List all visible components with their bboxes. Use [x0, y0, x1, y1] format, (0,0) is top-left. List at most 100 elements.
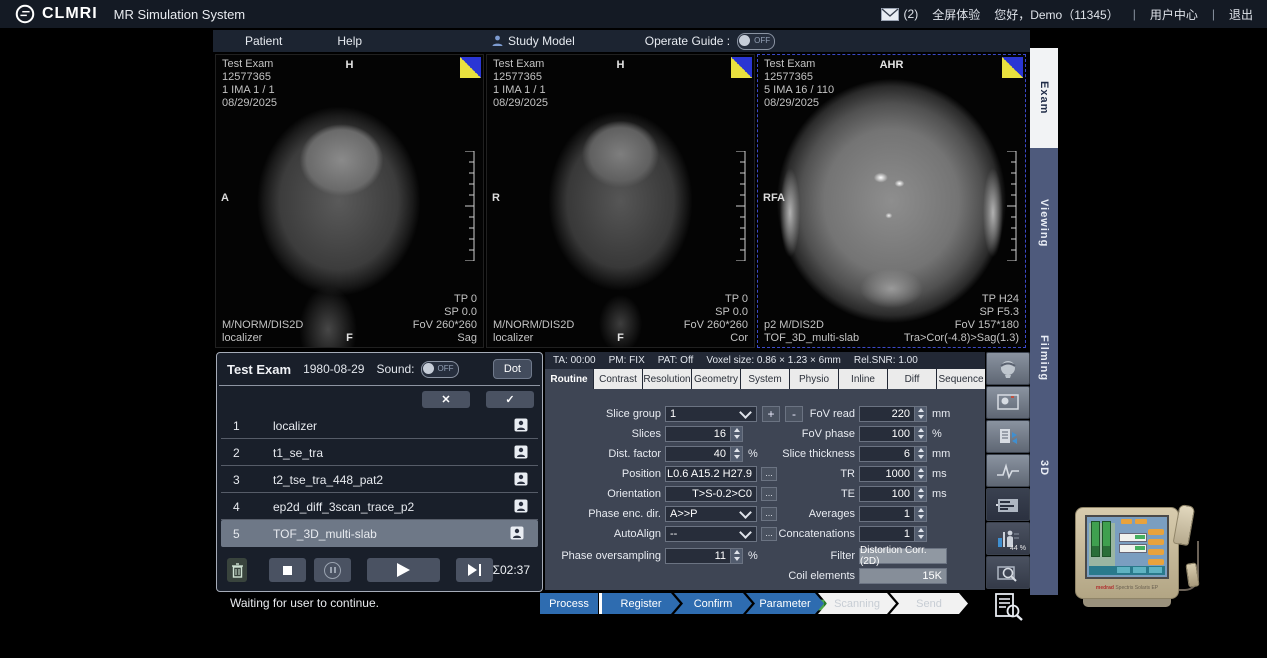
tab-system[interactable]: System — [741, 369, 789, 389]
tab-viewing[interactable]: Viewing — [1030, 148, 1058, 298]
autoalign-more-button[interactable]: ... — [761, 527, 777, 541]
logout-link[interactable]: 退出 — [1229, 6, 1253, 23]
tab-diff[interactable]: Diff — [888, 369, 936, 389]
exam-queue-button[interactable] — [986, 488, 1030, 521]
physio-curve-button[interactable] — [986, 454, 1030, 487]
autoalign-select[interactable]: -- — [665, 526, 757, 542]
sequence-row[interactable]: 1 localizer — [217, 412, 542, 439]
step-process[interactable]: Process — [540, 593, 598, 614]
menu-study-model[interactable]: Study Model — [482, 34, 585, 48]
phase-oversampling-input[interactable]: 11 — [665, 548, 743, 564]
spinner-icon[interactable] — [914, 487, 926, 501]
toggle-state: OFF — [438, 364, 454, 373]
protocol-transfer-button[interactable] — [986, 420, 1030, 453]
confirm-button[interactable]: ✓ — [486, 391, 534, 408]
phase-enc-dir-select[interactable]: A>>P — [665, 506, 757, 522]
tab-exam[interactable]: Exam — [1030, 48, 1058, 148]
field-label: Dist. factor — [549, 448, 661, 460]
averages-input[interactable]: 1 — [859, 506, 927, 522]
tab-sequence[interactable]: Sequence — [937, 369, 985, 389]
tab-filming[interactable]: Filming — [1030, 298, 1058, 418]
image-view-button[interactable] — [986, 386, 1030, 419]
injector-device-photo: medrad Spectris Solaris EP — [1075, 505, 1207, 608]
phase-enc-more-button[interactable]: ... — [761, 507, 777, 521]
play-button[interactable] — [367, 558, 439, 582]
spinner-icon[interactable] — [730, 427, 742, 441]
menu-patient[interactable]: Patient — [235, 34, 292, 48]
head-coil-button[interactable] — [986, 352, 1030, 385]
skip-button[interactable] — [456, 558, 493, 582]
workflow-tab-strip: Exam Viewing Filming 3D — [1030, 48, 1058, 595]
cancel-button[interactable]: ✕ — [422, 391, 470, 408]
spinner-icon[interactable] — [914, 447, 926, 461]
patient-register-icon[interactable] — [514, 472, 528, 486]
step-register[interactable]: Register — [602, 593, 680, 614]
sound-toggle[interactable]: OFF — [421, 361, 459, 378]
dot-button[interactable]: Dot — [493, 359, 532, 379]
pause-button[interactable] — [314, 558, 351, 582]
divider: | — [1133, 7, 1136, 21]
tab-3d[interactable]: 3D — [1030, 418, 1058, 518]
dist-factor-input[interactable]: 40 — [665, 446, 743, 462]
stop-button[interactable] — [269, 558, 306, 582]
sequence-row[interactable]: 4 ep2d_diff_3scan_trace_p2 — [217, 493, 542, 520]
spinner-icon[interactable] — [914, 507, 926, 521]
spinner-icon[interactable] — [914, 407, 926, 421]
fullscreen-link[interactable]: 全屏体验 — [932, 6, 980, 23]
slice-group-select[interactable]: 1 — [665, 406, 757, 422]
orientation-input[interactable]: T>S-0.2>C0 — [665, 486, 757, 502]
step-confirm[interactable]: Confirm — [674, 593, 752, 614]
orientation-label-left: A — [221, 192, 229, 205]
step-send[interactable]: Send — [890, 593, 968, 614]
patient-register-icon[interactable] — [514, 418, 528, 432]
position-more-button[interactable]: ... — [761, 467, 777, 481]
tab-geometry[interactable]: Geometry — [692, 369, 740, 389]
menu-help[interactable]: Help — [327, 34, 372, 48]
spinner-icon[interactable] — [914, 467, 926, 481]
sequence-row[interactable]: 3 t2_tse_tra_448_pat2 — [217, 466, 542, 493]
browse-images-button[interactable] — [986, 556, 1030, 589]
viewport-sagittal[interactable]: Test Exam12577365 1 IMA 1 / 108/29/2025 … — [215, 54, 484, 348]
tr-input[interactable]: 1000 — [859, 466, 927, 482]
tab-physio[interactable]: Physio — [790, 369, 838, 389]
info-pm: PM: FIX — [609, 355, 645, 366]
patient-register-icon[interactable] — [510, 526, 524, 540]
spinner-icon[interactable] — [730, 549, 742, 563]
patient-register-icon[interactable] — [514, 499, 528, 513]
slice-thickness-input[interactable]: 6 — [859, 446, 927, 462]
sound-control: Sound: OFF — [376, 361, 458, 378]
orientation-more-button[interactable]: ... — [761, 487, 777, 501]
te-input[interactable]: 100 — [859, 486, 927, 502]
spinner-icon[interactable] — [914, 427, 926, 441]
slice-marker-icon — [731, 57, 752, 78]
injector-screen — [1085, 515, 1169, 579]
sequence-row-selected[interactable]: 5 TOF_3D_multi-slab — [221, 520, 538, 547]
mail-indicator[interactable]: (2) — [881, 7, 919, 21]
sequence-row[interactable]: 2 t1_se_tra — [217, 439, 542, 466]
spinner-icon[interactable] — [914, 527, 926, 541]
concatenations-input[interactable]: 1 — [859, 526, 927, 542]
user-center-link[interactable]: 用户中心 — [1150, 6, 1198, 23]
tab-resolution[interactable]: Resolution — [643, 369, 691, 389]
spinner-icon[interactable] — [730, 447, 742, 461]
field-label: Slice thickness — [777, 448, 855, 460]
step-parameter[interactable]: Parameter — [746, 593, 824, 614]
patient-register-icon[interactable] — [514, 445, 528, 459]
operate-guide-toggle[interactable]: OFF — [737, 33, 775, 50]
fov-phase-input[interactable]: 100 — [859, 426, 927, 442]
report-search-button[interactable] — [986, 590, 1030, 623]
tab-contrast[interactable]: Contrast — [594, 369, 642, 389]
coil-status-button[interactable]: 44 % — [986, 522, 1030, 555]
fov-read-input[interactable]: 220 — [859, 406, 927, 422]
filter-button[interactable]: Distortion Corr.(2D) — [859, 548, 947, 564]
tab-routine[interactable]: Routine — [545, 369, 593, 389]
viewport-coronal[interactable]: Test Exam12577365 1 IMA 1 / 108/29/2025 … — [486, 54, 755, 348]
tab-inline[interactable]: Inline — [839, 369, 887, 389]
step-scanning[interactable]: Scanning — [818, 593, 896, 614]
delete-button[interactable] — [227, 558, 247, 582]
position-input[interactable]: L0.6 A15.2 H27.9 — [665, 466, 757, 482]
viewport-axial-selected[interactable]: Test Exam12577365 5 IMA 16 / 11008/29/20… — [757, 54, 1026, 348]
slices-input[interactable]: 16 — [665, 426, 743, 442]
coil-elements-field[interactable]: 15K — [859, 568, 947, 584]
info-ta: TA: 00:00 — [553, 355, 596, 366]
